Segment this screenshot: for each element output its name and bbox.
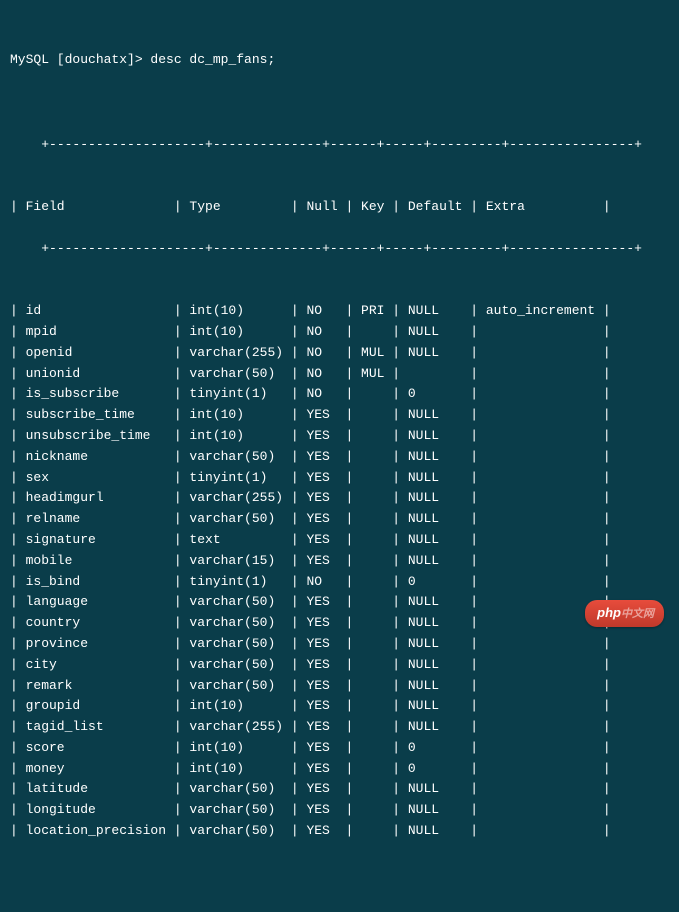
table-row: | remark | varchar(50) | YES | | NULL | … — [10, 676, 669, 697]
table-row: | headimgurl | varchar(255) | YES | | NU… — [10, 488, 669, 509]
table-row: | latitude | varchar(50) | YES | | NULL … — [10, 779, 669, 800]
table-row: | city | varchar(50) | YES | | NULL | | — [10, 655, 669, 676]
table-row: | nickname | varchar(50) | YES | | NULL … — [10, 447, 669, 468]
php-logo: php中文网 — [585, 600, 664, 627]
table-row: | mobile | varchar(15) | YES | | NULL | … — [10, 551, 669, 572]
desc-table: +--------------------+--------------+---… — [10, 114, 669, 883]
table-row: | subscribe_time | int(10) | YES | | NUL… — [10, 405, 669, 426]
sql-prompt[interactable]: MySQL [douchatx]> desc dc_mp_fans; — [10, 50, 669, 71]
table-row: | country | varchar(50) | YES | | NULL |… — [10, 613, 669, 634]
table-row: | is_subscribe | tinyint(1) | NO | | 0 |… — [10, 384, 669, 405]
table-row: | longitude | varchar(50) | YES | | NULL… — [10, 800, 669, 821]
table-row: | tagid_list | varchar(255) | YES | | NU… — [10, 717, 669, 738]
table-row: | groupid | int(10) | YES | | NULL | | — [10, 696, 669, 717]
table-row: | is_bind | tinyint(1) | NO | | 0 | | — [10, 572, 669, 593]
table-row: | money | int(10) | YES | | 0 | | — [10, 759, 669, 780]
table-row: | language | varchar(50) | YES | | NULL … — [10, 592, 669, 613]
table-row: | signature | text | YES | | NULL | | — [10, 530, 669, 551]
table-row: | unionid | varchar(50) | NO | MUL | | | — [10, 364, 669, 385]
table-row: | openid | varchar(255) | NO | MUL | NUL… — [10, 343, 669, 364]
table-divider-top: +--------------------+--------------+---… — [41, 137, 642, 152]
table-row: | province | varchar(50) | YES | | NULL … — [10, 634, 669, 655]
table-row: | mpid | int(10) | NO | | NULL | | — [10, 322, 669, 343]
table-header-row: | Field | Type | Null | Key | Default | … — [10, 197, 669, 218]
table-divider-mid: +--------------------+--------------+---… — [41, 241, 642, 256]
logo-suffix: 中文网 — [621, 608, 654, 620]
table-row: | relname | varchar(50) | YES | | NULL |… — [10, 509, 669, 530]
logo-main: php — [597, 605, 621, 620]
table-row: | score | int(10) | YES | | 0 | | — [10, 738, 669, 759]
table-row: | id | int(10) | NO | PRI | NULL | auto_… — [10, 301, 669, 322]
table-row: | unsubscribe_time | int(10) | YES | | N… — [10, 426, 669, 447]
terminal-output: MySQL [douchatx]> desc dc_mp_fans; +----… — [0, 0, 679, 912]
table-row: | location_precision | varchar(50) | YES… — [10, 821, 669, 842]
table-row: | sex | tinyint(1) | YES | | NULL | | — [10, 468, 669, 489]
table-body: | id | int(10) | NO | PRI | NULL | auto_… — [10, 301, 669, 842]
